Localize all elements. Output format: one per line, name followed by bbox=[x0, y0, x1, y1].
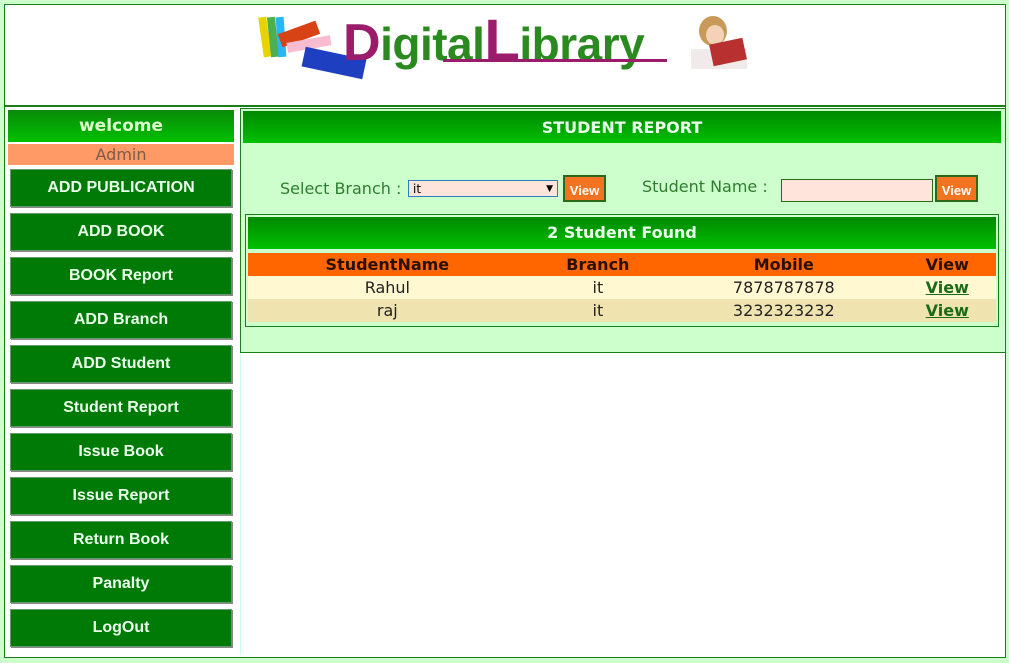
nav-add-book[interactable]: ADD BOOK bbox=[10, 213, 232, 251]
cell-branch: it bbox=[526, 276, 670, 299]
header: DigitalLibrary bbox=[5, 5, 1005, 107]
branch-select[interactable]: it ▼ bbox=[408, 180, 558, 197]
branch-view-button[interactable]: View bbox=[563, 175, 606, 202]
col-mobile: Mobile bbox=[669, 253, 899, 276]
student-table: StudentName Branch Mobile View Rahul it … bbox=[248, 253, 996, 322]
logo-word-digital: igital bbox=[380, 18, 485, 70]
cell-view: View bbox=[898, 276, 996, 299]
logo-title: DigitalLibrary bbox=[343, 7, 645, 74]
user-name: Admin bbox=[8, 144, 234, 165]
nav-student-report[interactable]: Student Report bbox=[10, 389, 232, 427]
logo-letter-d: D bbox=[343, 14, 381, 72]
nav-logout[interactable]: LogOut bbox=[10, 609, 232, 647]
reading-girl-icon bbox=[691, 16, 747, 69]
nav-add-publication[interactable]: ADD PUBLICATION bbox=[10, 169, 232, 207]
cell-mobile: 7878787878 bbox=[669, 276, 899, 299]
student-name-label: Student Name : bbox=[642, 177, 768, 196]
view-link[interactable]: View bbox=[926, 278, 969, 297]
cell-branch: it bbox=[526, 299, 670, 322]
nav-return-book[interactable]: Return Book bbox=[10, 521, 232, 559]
cell-view: View bbox=[898, 299, 996, 322]
table-row: raj it 3232323232 View bbox=[248, 299, 996, 322]
cell-name: Rahul bbox=[248, 276, 527, 299]
page-title: STUDENT REPORT bbox=[243, 111, 1001, 143]
nav-panalty[interactable]: Panalty bbox=[10, 565, 232, 603]
branch-selected-value: it bbox=[413, 182, 422, 196]
nav-issue-report[interactable]: Issue Report bbox=[10, 477, 232, 515]
logo-word-library: ibrary bbox=[519, 18, 645, 70]
nav-add-student[interactable]: ADD Student bbox=[10, 345, 232, 383]
nav-book-report[interactable]: BOOK Report bbox=[10, 257, 232, 295]
results-count: 2 Student Found bbox=[248, 217, 996, 249]
digital-library-logo: DigitalLibrary bbox=[257, 7, 757, 83]
table-row: Rahul it 7878787878 View bbox=[248, 276, 996, 299]
student-report-panel: STUDENT REPORT Select Branch : it ▼ View… bbox=[240, 108, 1006, 353]
nav-add-branch[interactable]: ADD Branch bbox=[10, 301, 232, 339]
name-view-button[interactable]: View bbox=[935, 175, 978, 202]
sidebar: welcome Admin ADD PUBLICATION ADD BOOK B… bbox=[6, 108, 241, 655]
col-branch: Branch bbox=[526, 253, 670, 276]
nav-issue-book[interactable]: Issue Book bbox=[10, 433, 232, 471]
welcome-heading: welcome bbox=[8, 110, 234, 142]
col-studentname: StudentName bbox=[248, 253, 527, 276]
col-view: View bbox=[898, 253, 996, 276]
table-header-row: StudentName Branch Mobile View bbox=[248, 253, 996, 276]
view-link[interactable]: View bbox=[926, 301, 969, 320]
results-panel: 2 Student Found StudentName Branch Mobil… bbox=[245, 214, 999, 327]
logo-letter-l: L bbox=[484, 8, 520, 73]
logo-underline bbox=[443, 59, 667, 62]
cell-mobile: 3232323232 bbox=[669, 299, 899, 322]
student-name-input[interactable] bbox=[781, 179, 933, 202]
branch-label: Select Branch : bbox=[280, 179, 402, 198]
chevron-down-icon: ▼ bbox=[546, 184, 553, 194]
cell-name: raj bbox=[248, 299, 527, 322]
page-frame: DigitalLibrary welcome Admin ADD PUBLICA… bbox=[4, 4, 1006, 658]
